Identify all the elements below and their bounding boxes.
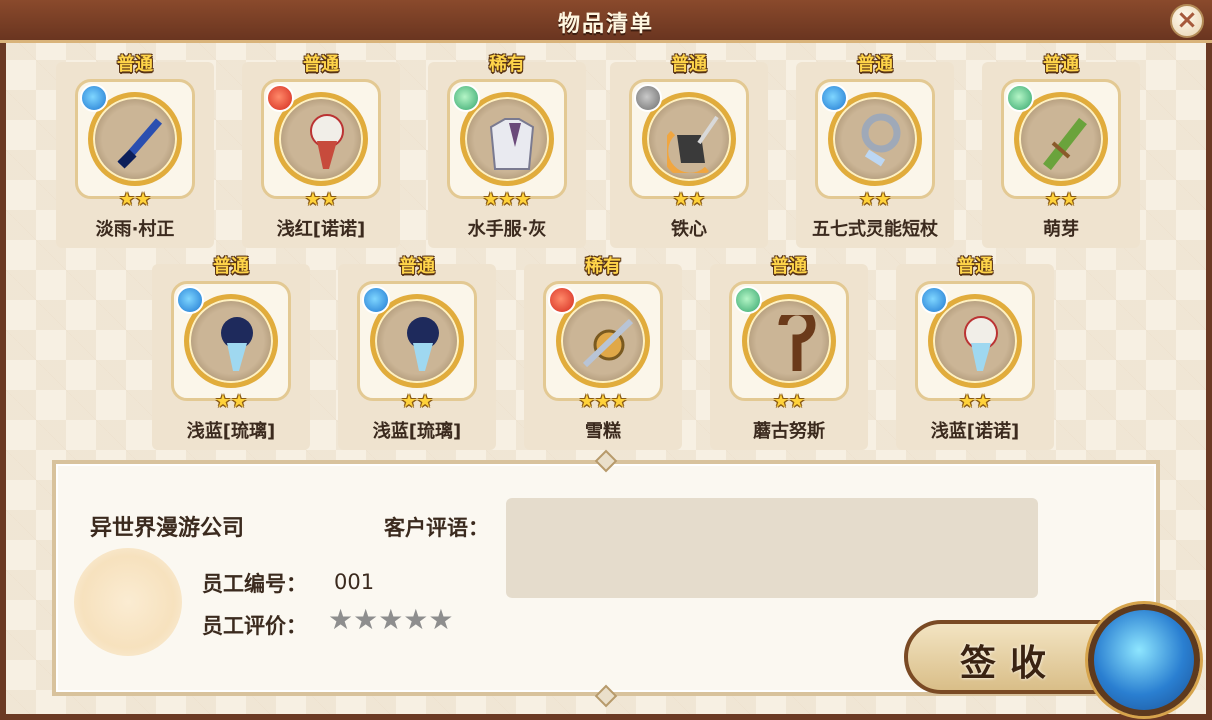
katana-icon xyxy=(117,118,163,169)
item-slot xyxy=(815,79,935,199)
employee-id-value: 001 xyxy=(334,570,375,594)
customer-comment-box[interactable] xyxy=(506,498,1038,598)
gift-box-emblem-icon xyxy=(74,548,182,656)
item-slot xyxy=(629,79,749,199)
rarity-label: 普通 xyxy=(1043,54,1079,75)
fan-gem-icon xyxy=(964,316,998,371)
employee-rating-stars: ★★★★★ xyxy=(328,603,454,636)
fire-element-icon xyxy=(266,84,294,112)
water-element-icon xyxy=(80,84,108,112)
item-slot xyxy=(447,79,567,199)
water-element-icon xyxy=(176,286,204,314)
page-title: 物品清单 xyxy=(557,12,654,37)
item-card[interactable]: 普通 ★★ 浅蓝[琉璃] xyxy=(152,256,310,450)
rarity-label: 普通 xyxy=(117,54,153,75)
item-slot xyxy=(75,79,195,199)
item-slot xyxy=(1001,79,1121,199)
fire-element-icon xyxy=(548,286,576,314)
employee-rating-label: 员工评价： xyxy=(202,614,307,638)
sign-receive-label[interactable]: 签收 xyxy=(960,634,1060,686)
item-slot xyxy=(543,281,663,401)
fan-gem-icon xyxy=(221,317,253,371)
item-card[interactable]: 普通 ★★ 五七式灵能短杖 xyxy=(796,54,954,248)
item-card[interactable]: 普通 ★★ 铁心 xyxy=(610,54,768,248)
item-slot xyxy=(171,281,291,401)
item-name: 淡雨·村正 xyxy=(95,219,175,240)
item-card[interactable]: 普通 ★★ 浅红[诺诺] xyxy=(242,54,400,248)
item-card[interactable]: 稀有 ★★★ 雪糕 xyxy=(524,256,682,450)
item-name: 雪糕 xyxy=(585,421,621,442)
item-card[interactable]: 普通 ★★ 浅蓝[琉璃] xyxy=(338,256,496,450)
fan-gem-icon xyxy=(407,317,439,371)
item-card[interactable]: 稀有 ★★★ 水手服·灰 xyxy=(428,54,586,248)
rarity-label: 稀有 xyxy=(585,256,621,277)
item-name: 水手服·灰 xyxy=(467,219,547,240)
close-button[interactable]: × xyxy=(1170,4,1204,38)
customer-comment-label: 客户评语： xyxy=(384,516,489,540)
wooden-crook-icon xyxy=(778,315,816,371)
water-element-icon xyxy=(362,286,390,314)
employee-id-label: 员工编号： xyxy=(202,572,307,596)
metal-element-icon xyxy=(634,84,662,112)
item-name: 浅红[诺诺] xyxy=(276,219,366,240)
item-slot xyxy=(729,281,849,401)
item-card[interactable]: 普通 ★★ 蘑古努斯 xyxy=(710,256,868,450)
rarity-label: 稀有 xyxy=(489,54,525,75)
iron-heart-shield-icon xyxy=(667,115,719,173)
item-slot xyxy=(915,281,1035,401)
company-name: 异世界漫游公司 xyxy=(90,516,245,541)
item-slot xyxy=(357,281,477,401)
item-name: 浅蓝[琉璃] xyxy=(372,421,462,442)
rarity-label: 普通 xyxy=(399,256,435,277)
item-card[interactable]: 普通 ★★ 浅蓝[诺诺] xyxy=(896,256,1054,450)
rarity-label: 普通 xyxy=(771,256,807,277)
rarity-label: 普通 xyxy=(303,54,339,75)
item-name: 萌芽 xyxy=(1043,219,1079,240)
item-name: 浅蓝[琉璃] xyxy=(186,421,276,442)
item-card[interactable]: 普通 ★★ 萌芽 xyxy=(982,54,1140,248)
item-card[interactable]: 普通 ★★ 淡雨·村正 xyxy=(56,54,214,248)
wind-element-icon xyxy=(452,84,480,112)
rarity-label: 普通 xyxy=(671,54,707,75)
water-element-icon xyxy=(920,286,948,314)
item-slot xyxy=(261,79,381,199)
psionic-staff-icon xyxy=(861,113,901,167)
gift-orb-icon[interactable] xyxy=(1088,604,1200,716)
wind-element-icon xyxy=(734,286,762,314)
sprout-sword-icon xyxy=(1043,117,1087,171)
item-name: 蘑古努斯 xyxy=(753,421,825,442)
rarity-label: 普通 xyxy=(213,256,249,277)
water-element-icon xyxy=(820,84,848,112)
wind-element-icon xyxy=(1006,84,1034,112)
title-bar: 物品清单 × xyxy=(0,0,1212,43)
sailor-uniform-icon xyxy=(489,118,535,170)
item-name: 浅蓝[诺诺] xyxy=(930,421,1020,442)
item-name: 铁心 xyxy=(671,219,707,240)
fan-gem-icon xyxy=(310,114,344,169)
rarity-label: 普通 xyxy=(957,256,993,277)
rarity-label: 普通 xyxy=(857,54,893,75)
gear-staff-icon xyxy=(582,318,634,368)
item-name: 五七式灵能短杖 xyxy=(812,219,938,240)
